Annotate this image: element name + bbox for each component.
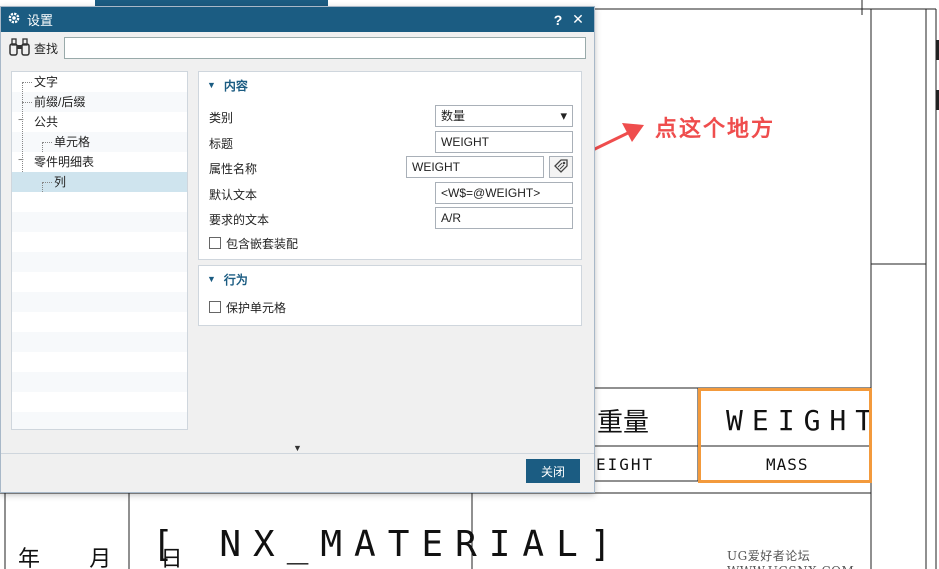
default-text-input[interactable]: <W$=@WEIGHT> (435, 182, 573, 204)
highlight-box (698, 388, 872, 483)
dialog-title: 设置 (27, 13, 54, 28)
close-button[interactable]: 关闭 (526, 459, 580, 483)
tree-empty-row (12, 372, 187, 392)
tree-empty-row (12, 332, 187, 352)
include-nested-label: 包含嵌套装配 (226, 236, 299, 251)
tree-item-label: 文字 (34, 75, 59, 89)
tree-guide-line (42, 182, 52, 183)
tree-guide-line (22, 82, 23, 172)
cad-zhongliang-label: 重量 (597, 408, 650, 438)
protect-cell-row[interactable]: 保护单元格 (209, 296, 571, 318)
tree-guide-line (22, 82, 32, 83)
content-group: ▼ 内容 类别 数量 标题 WEIGHT 属性名称 WEIGHT (198, 71, 582, 260)
search-label: 查找 (34, 41, 59, 56)
tree-item-parts-list[interactable]: − 零件明细表 (12, 152, 187, 172)
settings-dialog: 设置 ? ✕ 查找 文字 前缀/后缀 − 公共 单元格 − 零件明细表 列 ▼ … (0, 6, 595, 493)
tree-empty-row (12, 192, 187, 212)
heading-label: 标题 (209, 136, 234, 151)
tree-item-label: 前缀/后缀 (34, 95, 86, 109)
tree-empty-row (12, 412, 187, 429)
protect-cell-label: 保护单元格 (226, 300, 287, 315)
behavior-group-header[interactable]: ▼ 行为 (199, 266, 581, 292)
tree-item-label: 列 (54, 175, 67, 189)
tree-item-cell[interactable]: 单元格 (12, 132, 187, 152)
tree-empty-row (12, 352, 187, 372)
behavior-group: ▼ 行为 保护单元格 (198, 265, 582, 326)
cad-eight-label: EIGHT (596, 455, 655, 474)
required-text-label: 要求的文本 (209, 212, 270, 227)
caret-down-icon: ▼ (207, 80, 216, 90)
tag-icon (553, 158, 569, 177)
caret-down-icon: ▼ (207, 274, 216, 284)
include-nested-checkbox[interactable] (209, 237, 221, 249)
caret-down-icon[interactable]: ▼ (293, 443, 302, 453)
tree-guide-line (22, 102, 32, 103)
protect-cell-checkbox[interactable] (209, 301, 221, 313)
tree-empty-row (12, 312, 187, 332)
close-icon[interactable]: ✕ (568, 11, 588, 28)
required-text-input[interactable]: A/R (435, 207, 573, 229)
tree-guide-line (42, 142, 52, 143)
properties-panel: ▼ 内容 类别 数量 标题 WEIGHT 属性名称 WEIGHT (198, 71, 582, 430)
watermark: UG爱好者论坛 WWW.UGSNX.COM (727, 549, 854, 569)
category-label: 类别 (209, 110, 234, 125)
behavior-group-title: 行为 (223, 272, 248, 287)
tree-guide-line (42, 142, 43, 152)
tree-item-column[interactable]: 列 (12, 172, 187, 192)
settings-tree[interactable]: 文字 前缀/后缀 − 公共 单元格 − 零件明细表 列 (11, 71, 188, 430)
default-text-label: 默认文本 (209, 187, 258, 202)
tree-empty-row (12, 392, 187, 412)
gear-icon (7, 11, 21, 28)
dialog-titlebar[interactable]: 设置 ? ✕ (1, 7, 594, 32)
search-input[interactable] (64, 37, 586, 59)
attribute-label: 属性名称 (209, 161, 258, 176)
tree-item-text[interactable]: 文字 (12, 72, 187, 92)
tree-empty-row (12, 232, 187, 252)
dialog-footer (1, 453, 594, 493)
attribute-tag-button[interactable] (549, 156, 573, 178)
cad-date-label: 年 月 日 (18, 547, 201, 569)
tree-item-label: 公共 (34, 115, 59, 129)
tree-item-common[interactable]: − 公共 (12, 112, 187, 132)
include-nested-row[interactable]: 包含嵌套装配 (209, 232, 571, 254)
annotation-text: 点这个地方 (655, 116, 776, 141)
search-row: 查找 (1, 32, 594, 64)
category-select[interactable]: 数量 (435, 105, 573, 127)
content-group-title: 内容 (223, 78, 248, 93)
tree-item-label: 零件明细表 (34, 155, 95, 169)
binoculars-icon (9, 37, 31, 59)
tree-item-label: 单元格 (54, 135, 91, 149)
attribute-input[interactable]: WEIGHT (406, 156, 544, 178)
tree-empty-row (12, 212, 187, 232)
tree-item-prefix-suffix[interactable]: 前缀/后缀 (12, 92, 187, 112)
cad-material-label: [ NX_MATERIAL] (152, 524, 624, 565)
tree-empty-row (12, 272, 187, 292)
tree-empty-row (12, 252, 187, 272)
tree-guide-line (42, 182, 43, 192)
heading-input[interactable]: WEIGHT (435, 131, 573, 153)
content-group-header[interactable]: ▼ 内容 (199, 72, 581, 98)
tree-empty-row (12, 292, 187, 312)
help-button[interactable]: ? (548, 12, 568, 28)
